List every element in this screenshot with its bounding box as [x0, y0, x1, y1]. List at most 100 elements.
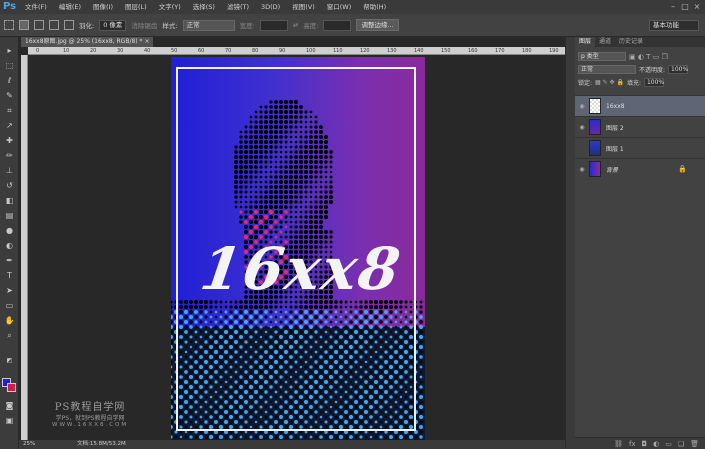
- visibility-eye-icon[interactable]: ◉: [575, 103, 589, 110]
- antialias-checkbox[interactable]: 消除锯齿: [131, 20, 157, 30]
- lock-icons[interactable]: ▦ ✎ ✥ 🔒: [595, 79, 624, 86]
- menu-type[interactable]: 文字(Y): [153, 0, 187, 14]
- quick-mask-icon[interactable]: ◙: [3, 400, 16, 411]
- new-group-icon[interactable]: ▭: [665, 438, 672, 449]
- zoom-tool-icon[interactable]: ⌕: [3, 330, 16, 341]
- blur-tool-icon[interactable]: ●: [3, 225, 16, 236]
- menu-window[interactable]: 窗口(W): [321, 0, 358, 14]
- eraser-tool-icon[interactable]: ◧: [3, 195, 16, 206]
- pen-tool-icon[interactable]: ✒: [3, 255, 16, 266]
- fill-input[interactable]: 100%: [643, 78, 664, 87]
- marquee-tool-icon[interactable]: ⬚: [3, 60, 16, 71]
- menu-image[interactable]: 图像(I): [87, 0, 119, 14]
- minimize-button[interactable]: –: [667, 0, 679, 14]
- layer-name[interactable]: 图层 2: [606, 123, 624, 132]
- close-button[interactable]: ×: [691, 0, 703, 14]
- halftone-dot: [171, 419, 174, 425]
- document-canvas[interactable]: 16xx8: [171, 57, 425, 440]
- brush-tool-icon[interactable]: ✏: [3, 150, 16, 161]
- new-selection-icon[interactable]: [19, 20, 29, 30]
- layer-row-2[interactable]: ◉ 图层 2: [575, 116, 705, 137]
- swap-icon[interactable]: ⇄: [293, 21, 298, 29]
- add-mask-icon[interactable]: ◘: [642, 438, 648, 449]
- healing-brush-tool-icon[interactable]: ✚: [3, 135, 16, 146]
- menu-layer[interactable]: 图层(L): [119, 0, 153, 14]
- ruler-label: 30: [117, 48, 124, 54]
- halftone-dot: [294, 435, 298, 439]
- refine-edge-button[interactable]: 调整边缘...: [356, 19, 399, 31]
- layer-name[interactable]: 背景: [606, 165, 618, 174]
- lasso-tool-icon[interactable]: ℓ: [3, 75, 16, 86]
- collapsed-panel-strip[interactable]: [565, 37, 575, 449]
- blend-mode-dropdown[interactable]: 正常: [578, 65, 636, 74]
- menu-filter[interactable]: 滤镜(T): [221, 0, 255, 14]
- halftone-dot: [199, 435, 203, 439]
- intersect-selection-icon[interactable]: [64, 20, 74, 30]
- opacity-input[interactable]: 100%: [668, 65, 688, 74]
- quick-select-tool-icon[interactable]: ✎: [3, 90, 16, 101]
- halftone-dot: [229, 435, 233, 439]
- menu-select[interactable]: 选择(S): [187, 0, 221, 14]
- visibility-toggle-empty[interactable]: ◉: [575, 145, 589, 152]
- gradient-tool-icon[interactable]: ▤: [3, 210, 16, 221]
- visibility-eye-icon[interactable]: ◉: [575, 124, 589, 131]
- layer-row-16xx8[interactable]: ◉ 16xx8: [575, 95, 705, 116]
- halftone-dot: [171, 414, 174, 420]
- menu-view[interactable]: 视图(V): [286, 0, 321, 14]
- layer-row-background[interactable]: ◉ 背景 🔒: [575, 158, 705, 179]
- layer-style-icon[interactable]: fx: [629, 438, 636, 449]
- workspace-dropdown[interactable]: 基本功能: [649, 20, 699, 31]
- layer-name[interactable]: 图层 1: [606, 144, 624, 153]
- clone-stamp-tool-icon[interactable]: ⊥: [3, 165, 16, 176]
- move-tool-icon[interactable]: ▸: [3, 45, 16, 56]
- halftone-dot: [419, 385, 423, 389]
- height-input[interactable]: [323, 19, 352, 31]
- new-layer-icon[interactable]: ❏: [678, 438, 684, 449]
- history-brush-tool-icon[interactable]: ↺: [3, 180, 16, 191]
- background-color-swatch[interactable]: [7, 383, 16, 392]
- layers-panel: 图层 通道 历史记录 p 类型 ▣ ◐ T ▭ ❒ 正常 不透明度: 100% …: [575, 37, 705, 449]
- rectangle-tool-icon[interactable]: ▭: [3, 300, 16, 311]
- canvas-area[interactable]: 16xx8: [28, 55, 565, 440]
- halftone-dot: [374, 435, 378, 439]
- eyedropper-tool-icon[interactable]: ↗: [3, 120, 16, 131]
- menu-edit[interactable]: 编辑(E): [53, 0, 87, 14]
- menu-3d[interactable]: 3D(D): [255, 0, 286, 14]
- halftone-dot: [414, 435, 418, 439]
- screen-mode-icon[interactable]: ▣: [3, 415, 16, 426]
- type-tool-icon[interactable]: T: [3, 270, 16, 281]
- layer-row-1[interactable]: ◉ 图层 1: [575, 137, 705, 158]
- hand-tool-icon[interactable]: ✋: [3, 315, 16, 326]
- photoshop-logo: Ps: [2, 1, 17, 12]
- menu-file[interactable]: 文件(F): [19, 0, 53, 14]
- tab-layers[interactable]: 图层: [575, 37, 596, 47]
- halftone-dot: [171, 315, 173, 319]
- halftone-dot: [419, 305, 423, 309]
- marquee-tool-preset-icon[interactable]: [4, 20, 14, 30]
- subtract-selection-icon[interactable]: [49, 20, 59, 30]
- tab-channels[interactable]: 通道: [595, 37, 615, 47]
- filter-icons[interactable]: ▣ ◐ T ▭ ❒: [629, 53, 668, 61]
- feather-input[interactable]: 0 像素: [99, 19, 127, 31]
- path-select-tool-icon[interactable]: ➤: [3, 285, 16, 296]
- adjustment-layer-icon[interactable]: ◐: [653, 438, 659, 449]
- default-colors-icon[interactable]: ◩: [3, 355, 16, 366]
- visibility-eye-icon[interactable]: ◉: [575, 166, 589, 173]
- halftone-dot: [171, 360, 173, 364]
- kind-filter-dropdown[interactable]: p 类型: [578, 52, 626, 61]
- link-layers-icon[interactable]: ⛓: [614, 438, 623, 449]
- zoom-level[interactable]: 25%: [23, 440, 35, 449]
- maximize-button[interactable]: □: [679, 0, 691, 14]
- tab-history[interactable]: 历史记录: [615, 37, 647, 47]
- delete-layer-icon[interactable]: 🗑: [690, 438, 699, 449]
- width-input[interactable]: [259, 19, 288, 31]
- layer-name[interactable]: 16xx8: [606, 103, 625, 110]
- panel-tabs: 图层 通道 历史记录: [575, 37, 705, 47]
- dodge-tool-icon[interactable]: ◐: [3, 240, 16, 251]
- style-dropdown[interactable]: 正常: [182, 19, 235, 31]
- document-tab[interactable]: 16xx8原图.jpg @ 25% (16xx8, RGB/8) * ×: [21, 37, 153, 47]
- menu-help[interactable]: 帮助(H): [357, 0, 392, 14]
- add-selection-icon[interactable]: [34, 20, 44, 30]
- halftone-dot: [418, 319, 424, 325]
- crop-tool-icon[interactable]: ⌗: [3, 105, 16, 116]
